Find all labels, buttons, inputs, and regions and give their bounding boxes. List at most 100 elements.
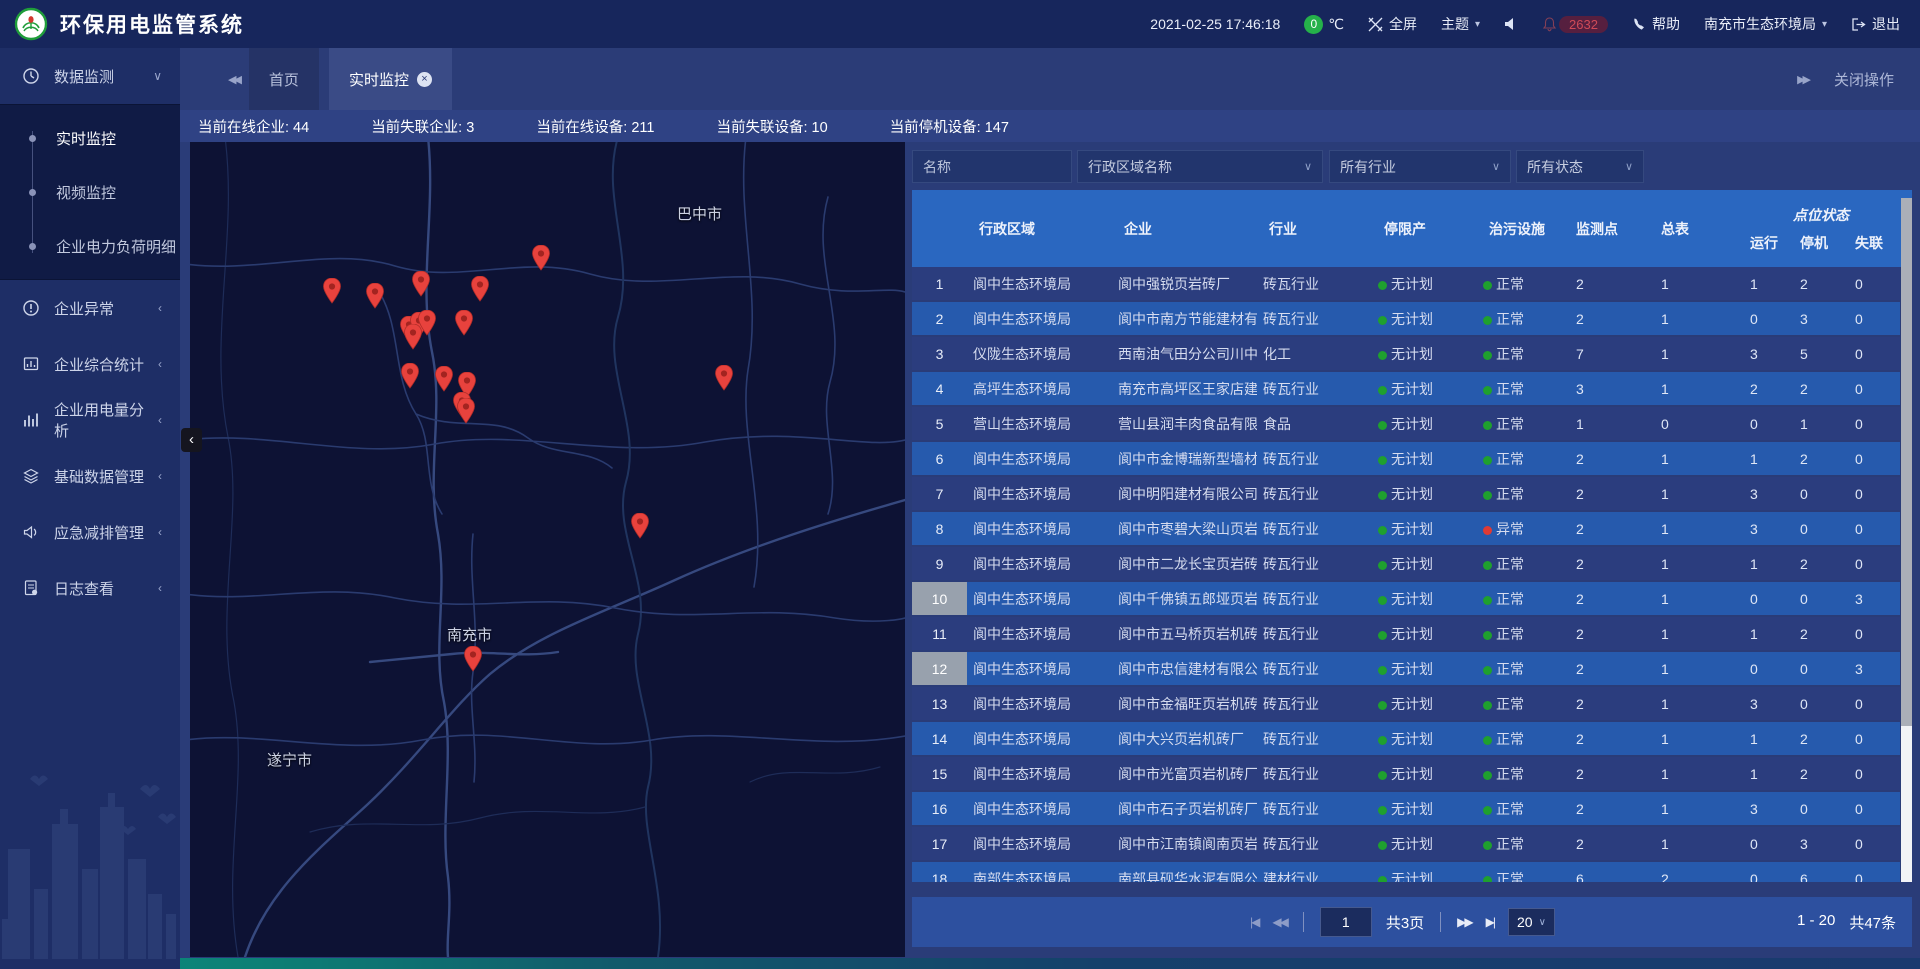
cell-running: 3: [1742, 486, 1792, 502]
map-pin[interactable]: [435, 366, 453, 392]
table-row[interactable]: 9阆中生态环境局阆中市二龙长宝页岩砖砖瓦行业无计划正常21120: [912, 547, 1900, 580]
map-pin[interactable]: [464, 646, 482, 672]
status-dot-icon: [1483, 316, 1492, 325]
name-filter-input[interactable]: [912, 150, 1072, 183]
prev-page-button[interactable]: ◀◀: [1272, 915, 1286, 929]
table-scrollbar[interactable]: [1901, 198, 1912, 882]
status-dot-icon: [1378, 701, 1387, 710]
cell-running: 0: [1742, 836, 1792, 852]
cell-stopped: 0: [1792, 486, 1847, 502]
sidebar-item-1[interactable]: 企业异常‹: [0, 280, 180, 336]
sidebar: 数据监测∨ 实时监控视频监控企业电力负荷明细企业异常‹企业综合统计‹企业用电量分析…: [0, 48, 180, 969]
table-row[interactable]: 15阆中生态环境局阆中市光富页岩机砖厂砖瓦行业无计划正常21120: [912, 757, 1900, 790]
map-pin[interactable]: [457, 398, 475, 424]
map-pin[interactable]: [715, 365, 733, 391]
close-tab-icon[interactable]: ×: [417, 72, 432, 87]
page-size-select[interactable]: 20 ∨: [1508, 908, 1555, 936]
sidebar-item-2[interactable]: 企业综合统计‹: [0, 336, 180, 392]
sidebar-item-6[interactable]: 日志查看‹: [0, 560, 180, 616]
sidebar-item-0[interactable]: 数据监测∨: [0, 48, 180, 104]
scrollbar-thumb[interactable]: [1901, 198, 1912, 726]
notifications-button[interactable]: 2632: [1542, 16, 1608, 33]
notification-count-badge: 2632: [1559, 16, 1608, 33]
table-row[interactable]: 13阆中生态环境局阆中市金福旺页岩机砖砖瓦行业无计划正常21300: [912, 687, 1900, 720]
sidebar-subitem-0-2[interactable]: 企业电力负荷明细: [0, 219, 180, 273]
sidebar-item-4[interactable]: 基础数据管理‹: [0, 448, 180, 504]
chevron-down-icon: ∨: [1492, 160, 1500, 173]
tab-home[interactable]: 首页: [249, 48, 319, 110]
table-row[interactable]: 7阆中生态环境局阆中明阳建材有限公司砖瓦行业无计划正常21300: [912, 477, 1900, 510]
status-dot-icon: [1378, 666, 1387, 675]
mute-button[interactable]: [1504, 17, 1518, 31]
fullscreen-button[interactable]: 全屏: [1368, 14, 1417, 34]
map-pin[interactable]: [455, 310, 473, 336]
table-row[interactable]: 18南部生态环境局南部县砚华水泥有限公建材行业无计划正常62060: [912, 862, 1900, 882]
cell-offline: 0: [1847, 311, 1900, 327]
table-row[interactable]: 11阆中生态环境局阆中市五马桥页岩机砖砖瓦行业无计划正常21120: [912, 617, 1900, 650]
table-row[interactable]: 10阆中生态环境局阆中千佛镇五郎垭页岩砖瓦行业无计划正常21003: [912, 582, 1900, 615]
map-pin[interactable]: [401, 363, 419, 389]
help-button[interactable]: 帮助: [1632, 14, 1680, 34]
cell-running: 0: [1742, 871, 1792, 883]
table-row[interactable]: 1阆中生态环境局阆中强锐页岩砖厂砖瓦行业无计划正常21120: [912, 267, 1900, 300]
col-header-limit: 停限产: [1372, 190, 1477, 267]
cell-running: 2: [1742, 381, 1792, 397]
map-pin[interactable]: [412, 271, 430, 297]
map-panel[interactable]: 巴中市南充市遂宁市: [190, 142, 905, 957]
table-row[interactable]: 2阆中生态环境局阆中市南方节能建材有砖瓦行业无计划正常21030: [912, 302, 1900, 335]
collapse-panel-button[interactable]: ‹: [181, 428, 202, 452]
cell-limit-status: 无计划: [1372, 379, 1477, 399]
map-pin[interactable]: [532, 245, 550, 271]
table-row[interactable]: 6阆中生态环境局阆中市金博瑞新型墙材砖瓦行业无计划正常21120: [912, 442, 1900, 475]
map-pin[interactable]: [404, 324, 422, 350]
sidebar-subitem-0-0[interactable]: 实时监控: [0, 111, 180, 165]
temperature-unit: ℃: [1328, 16, 1344, 33]
first-page-button[interactable]: |◀: [1250, 915, 1258, 929]
cell-limit-status: 无计划: [1372, 449, 1477, 469]
cell-stopped: 2: [1792, 451, 1847, 467]
page-number-input[interactable]: [1320, 907, 1372, 937]
table-row[interactable]: 4高坪生态环境局南充市高坪区王家店建砖瓦行业无计划正常31220: [912, 372, 1900, 405]
sidebar-group-1: 企业异常‹: [0, 280, 180, 336]
last-page-button[interactable]: ▶|: [1486, 915, 1494, 929]
cell-monitor-points: 7: [1572, 346, 1657, 362]
theme-menu[interactable]: 主题 ▾: [1441, 14, 1480, 34]
industry-filter-select[interactable]: 所有行业 ∨: [1329, 150, 1511, 183]
table-row[interactable]: 5营山生态环境局营山县润丰肉食品有限食品无计划正常10010: [912, 407, 1900, 440]
sidebar-item-3[interactable]: 企业用电量分析‹: [0, 392, 180, 448]
logout-button[interactable]: 退出: [1851, 14, 1900, 34]
cell-index: 17: [912, 827, 967, 860]
table-row[interactable]: 12阆中生态环境局阆中市忠信建材有限公砖瓦行业无计划正常21003: [912, 652, 1900, 685]
table-row[interactable]: 14阆中生态环境局阆中大兴页岩机砖厂砖瓦行业无计划正常21120: [912, 722, 1900, 755]
map-pin[interactable]: [631, 513, 649, 539]
cell-index: 6: [912, 442, 967, 475]
table-body: 1阆中生态环境局阆中强锐页岩砖厂砖瓦行业无计划正常211202阆中生态环境局阆中…: [912, 267, 1900, 882]
map-pin[interactable]: [471, 276, 489, 302]
status-dot-icon: [1483, 561, 1492, 570]
cell-index: 14: [912, 722, 967, 755]
cell-stopped: 0: [1792, 696, 1847, 712]
status-dot-icon: [1378, 596, 1387, 605]
cell-running: 1: [1742, 556, 1792, 572]
cell-total-meter: 1: [1657, 836, 1742, 852]
scroll-tabs-right-icon[interactable]: ▶▶: [1797, 73, 1808, 86]
sidebar-item-5[interactable]: 应急减排管理‹: [0, 504, 180, 560]
status-dot-icon: [1483, 631, 1492, 640]
region-filter-select[interactable]: 行政区域名称 ∨: [1077, 150, 1323, 183]
cell-company: 阆中市金福旺页岩机砖: [1112, 694, 1257, 714]
status-filter-select[interactable]: 所有状态 ∨: [1516, 150, 1644, 183]
scroll-tabs-left-icon[interactable]: ◀◀: [228, 73, 239, 86]
table-row[interactable]: 8阆中生态环境局阆中市枣碧大梁山页岩砖瓦行业无计划异常21300: [912, 512, 1900, 545]
map-pin[interactable]: [366, 283, 384, 309]
cell-stopped: 0: [1792, 661, 1847, 677]
org-menu[interactable]: 南充市生态环境局 ▾: [1704, 14, 1827, 34]
next-page-button[interactable]: ▶▶: [1457, 915, 1471, 929]
table-row[interactable]: 16阆中生态环境局阆中市石子页岩机砖厂砖瓦行业无计划正常21300: [912, 792, 1900, 825]
table-row[interactable]: 17阆中生态环境局阆中市江南镇阆南页岩砖瓦行业无计划正常21030: [912, 827, 1900, 860]
cell-control-status: 正常: [1477, 694, 1572, 714]
tab-realtime-monitor[interactable]: 实时监控 ×: [329, 48, 452, 110]
table-row[interactable]: 3仪陇生态环境局西南油气田分公司川中化工无计划正常71350: [912, 337, 1900, 370]
close-operations-button[interactable]: 关闭操作: [1834, 69, 1894, 90]
map-pin[interactable]: [323, 278, 341, 304]
sidebar-subitem-0-1[interactable]: 视频监控: [0, 165, 180, 219]
